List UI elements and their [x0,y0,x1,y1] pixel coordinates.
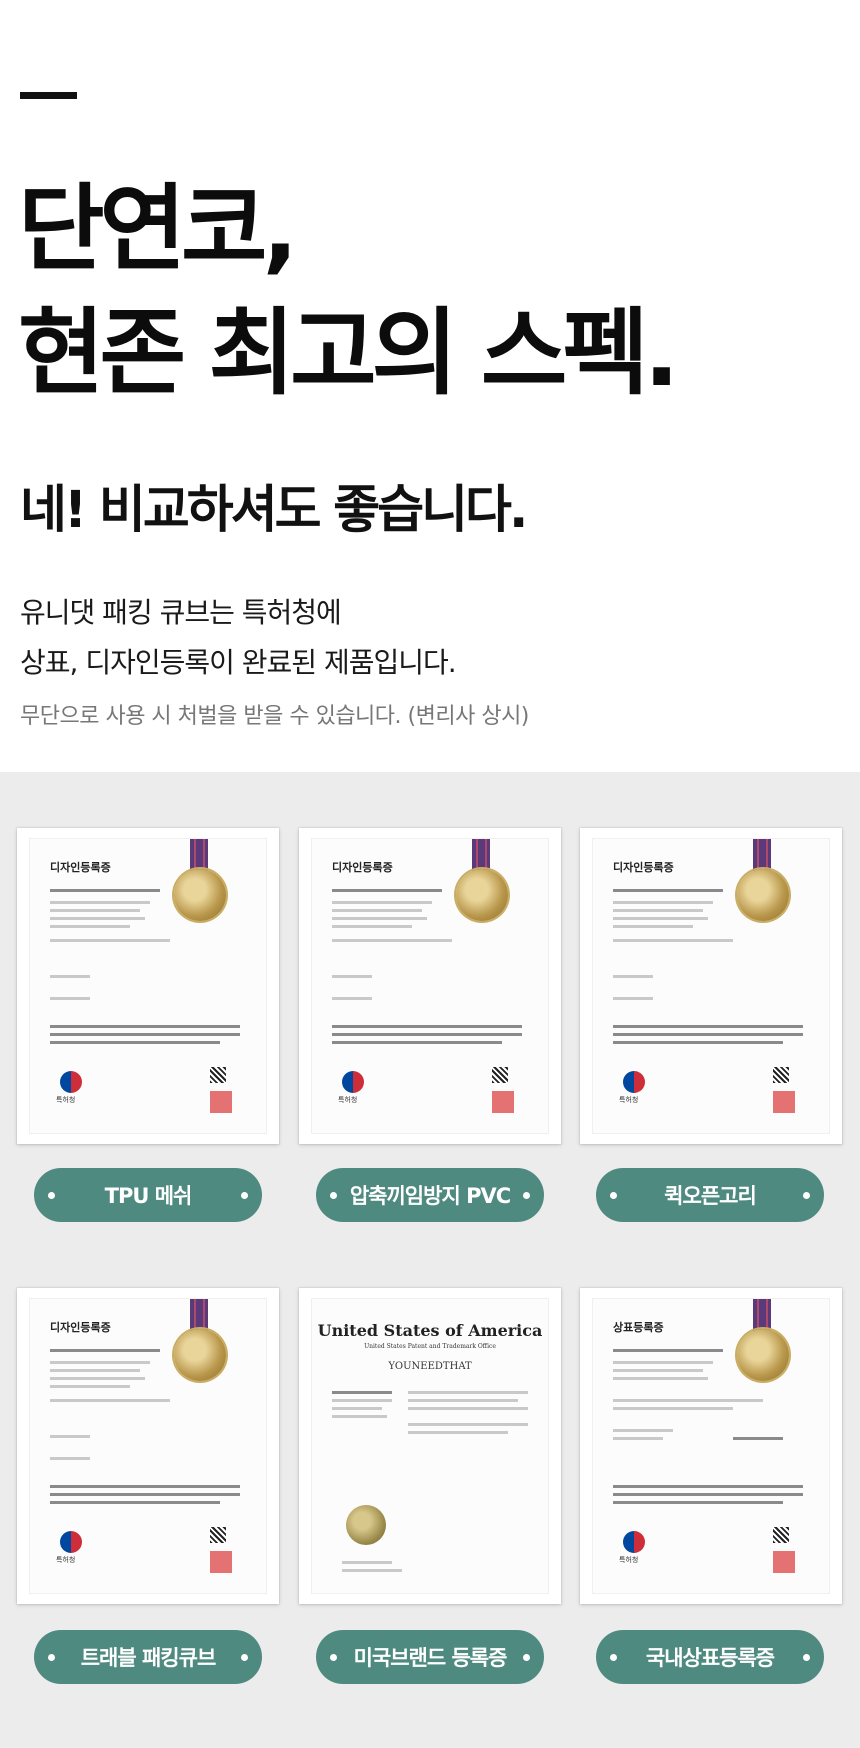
certificate-frame: 디자인등록증 특허청 [299,828,561,1144]
certificate-label-text: 트래블 패킹큐브 [80,1646,217,1670]
certificate-frame-usa: United States of America United States P… [299,1288,561,1604]
qr-code-icon [773,1527,789,1543]
headline: 단연코, 현존 최고의 스펙. [18,168,680,416]
certificate-label-travel-packing-cube: 트래블 패킹큐브 [34,1630,262,1684]
trademark-name: YOUNEEDTHAT [388,1361,472,1372]
certificate-label-text: 퀵오픈고리 [664,1184,757,1208]
description: 유니댓 패킹 큐브는 특허청에 상표, 디자인등록이 완료된 제품입니다. [20,588,457,688]
certificate-label-tpu-mesh: TPU 메쉬 [34,1168,262,1222]
red-stamp-icon [773,1091,795,1113]
kipo-logo-icon [60,1531,82,1553]
bullet-dot [48,1654,55,1661]
certificate-title: 디자인등록증 [50,1321,111,1334]
gold-seal-icon [174,1329,226,1381]
issuer-label: 특허청 [619,1556,639,1564]
legal-notice: 무단으로 사용 시 처벌을 받을 수 있습니다. (변리사 상시) [20,704,529,729]
qr-code-icon [773,1067,789,1083]
red-stamp-icon [492,1091,514,1113]
qr-code-icon [210,1067,226,1083]
certificate-gallery: 디자인등록증 특허청 디자인등록증 특허청 디자인등록증 특허청 TPU 메쉬 … [0,772,860,1748]
certificate-label-domestic-trademark: 국내상표등록증 [596,1630,824,1684]
bullet-dot [48,1192,55,1199]
kipo-logo-icon [60,1071,82,1093]
red-stamp-icon [210,1091,232,1113]
certificate-label-text: 미국브랜드 등록증 [353,1646,508,1670]
gold-seal-icon [174,869,226,921]
issuer-label: 특허청 [619,1096,639,1104]
certificate-title: United States of America [317,1321,543,1340]
seal-icon [346,1505,386,1545]
certificate-label-text: 국내상표등록증 [645,1646,775,1670]
bullet-dot [523,1192,530,1199]
issuer-label: 특허청 [338,1096,358,1104]
certificate-title: 디자인등록증 [50,861,111,874]
accent-dash [20,92,77,99]
kipo-logo-icon [623,1531,645,1553]
certificate-title: 상표등록증 [613,1321,664,1334]
certificate-label-quick-open-ring: 퀵오픈고리 [596,1168,824,1222]
qr-code-icon [210,1527,226,1543]
certificate-title: 디자인등록증 [332,861,393,874]
certificate-label-us-brand: 미국브랜드 등록증 [316,1630,544,1684]
certificate-label-text: 압축끼임방지 PVC [349,1184,511,1208]
gold-seal-icon [737,869,789,921]
bullet-dot [803,1654,810,1661]
bullet-dot [610,1654,617,1661]
subheadline: 네! 비교하셔도 좋습니다. [20,481,528,540]
certificate-frame: 상표등록증 특허청 [580,1288,842,1604]
red-stamp-icon [773,1551,795,1573]
description-line-2: 상표, 디자인등록이 완료된 제품입니다. [20,646,457,679]
qr-code-icon [492,1067,508,1083]
bullet-dot [523,1654,530,1661]
certificate-label-pvc: 압축끼임방지 PVC [316,1168,544,1222]
certificate-subtitle: United States Patent and Trademark Offic… [364,1343,496,1350]
bullet-dot [241,1192,248,1199]
certificate-label-text: TPU 메쉬 [104,1184,193,1208]
certificate-frame: 디자인등록증 특허청 [17,828,279,1144]
bullet-dot [330,1192,337,1199]
bullet-dot [803,1192,810,1199]
certificate-frame: 디자인등록증 특허청 [580,828,842,1144]
issuer-label: 특허청 [56,1096,76,1104]
headline-line-2: 현존 최고의 스펙. [18,299,680,408]
gold-seal-icon [456,869,508,921]
kipo-logo-icon [342,1071,364,1093]
gold-seal-icon [737,1329,789,1381]
issuer-label: 특허청 [56,1556,76,1564]
bullet-dot [610,1192,617,1199]
description-line-1: 유니댓 패킹 큐브는 특허청에 [20,596,342,629]
header-section: 단연코, 현존 최고의 스펙. 네! 비교하셔도 좋습니다. 유니댓 패킹 큐브… [0,0,860,772]
bullet-dot [330,1654,337,1661]
certificate-title: 디자인등록증 [613,861,674,874]
certificate-frame: 디자인등록증 특허청 [17,1288,279,1604]
red-stamp-icon [210,1551,232,1573]
kipo-logo-icon [623,1071,645,1093]
headline-line-1: 단연코, [18,175,298,284]
bullet-dot [241,1654,248,1661]
